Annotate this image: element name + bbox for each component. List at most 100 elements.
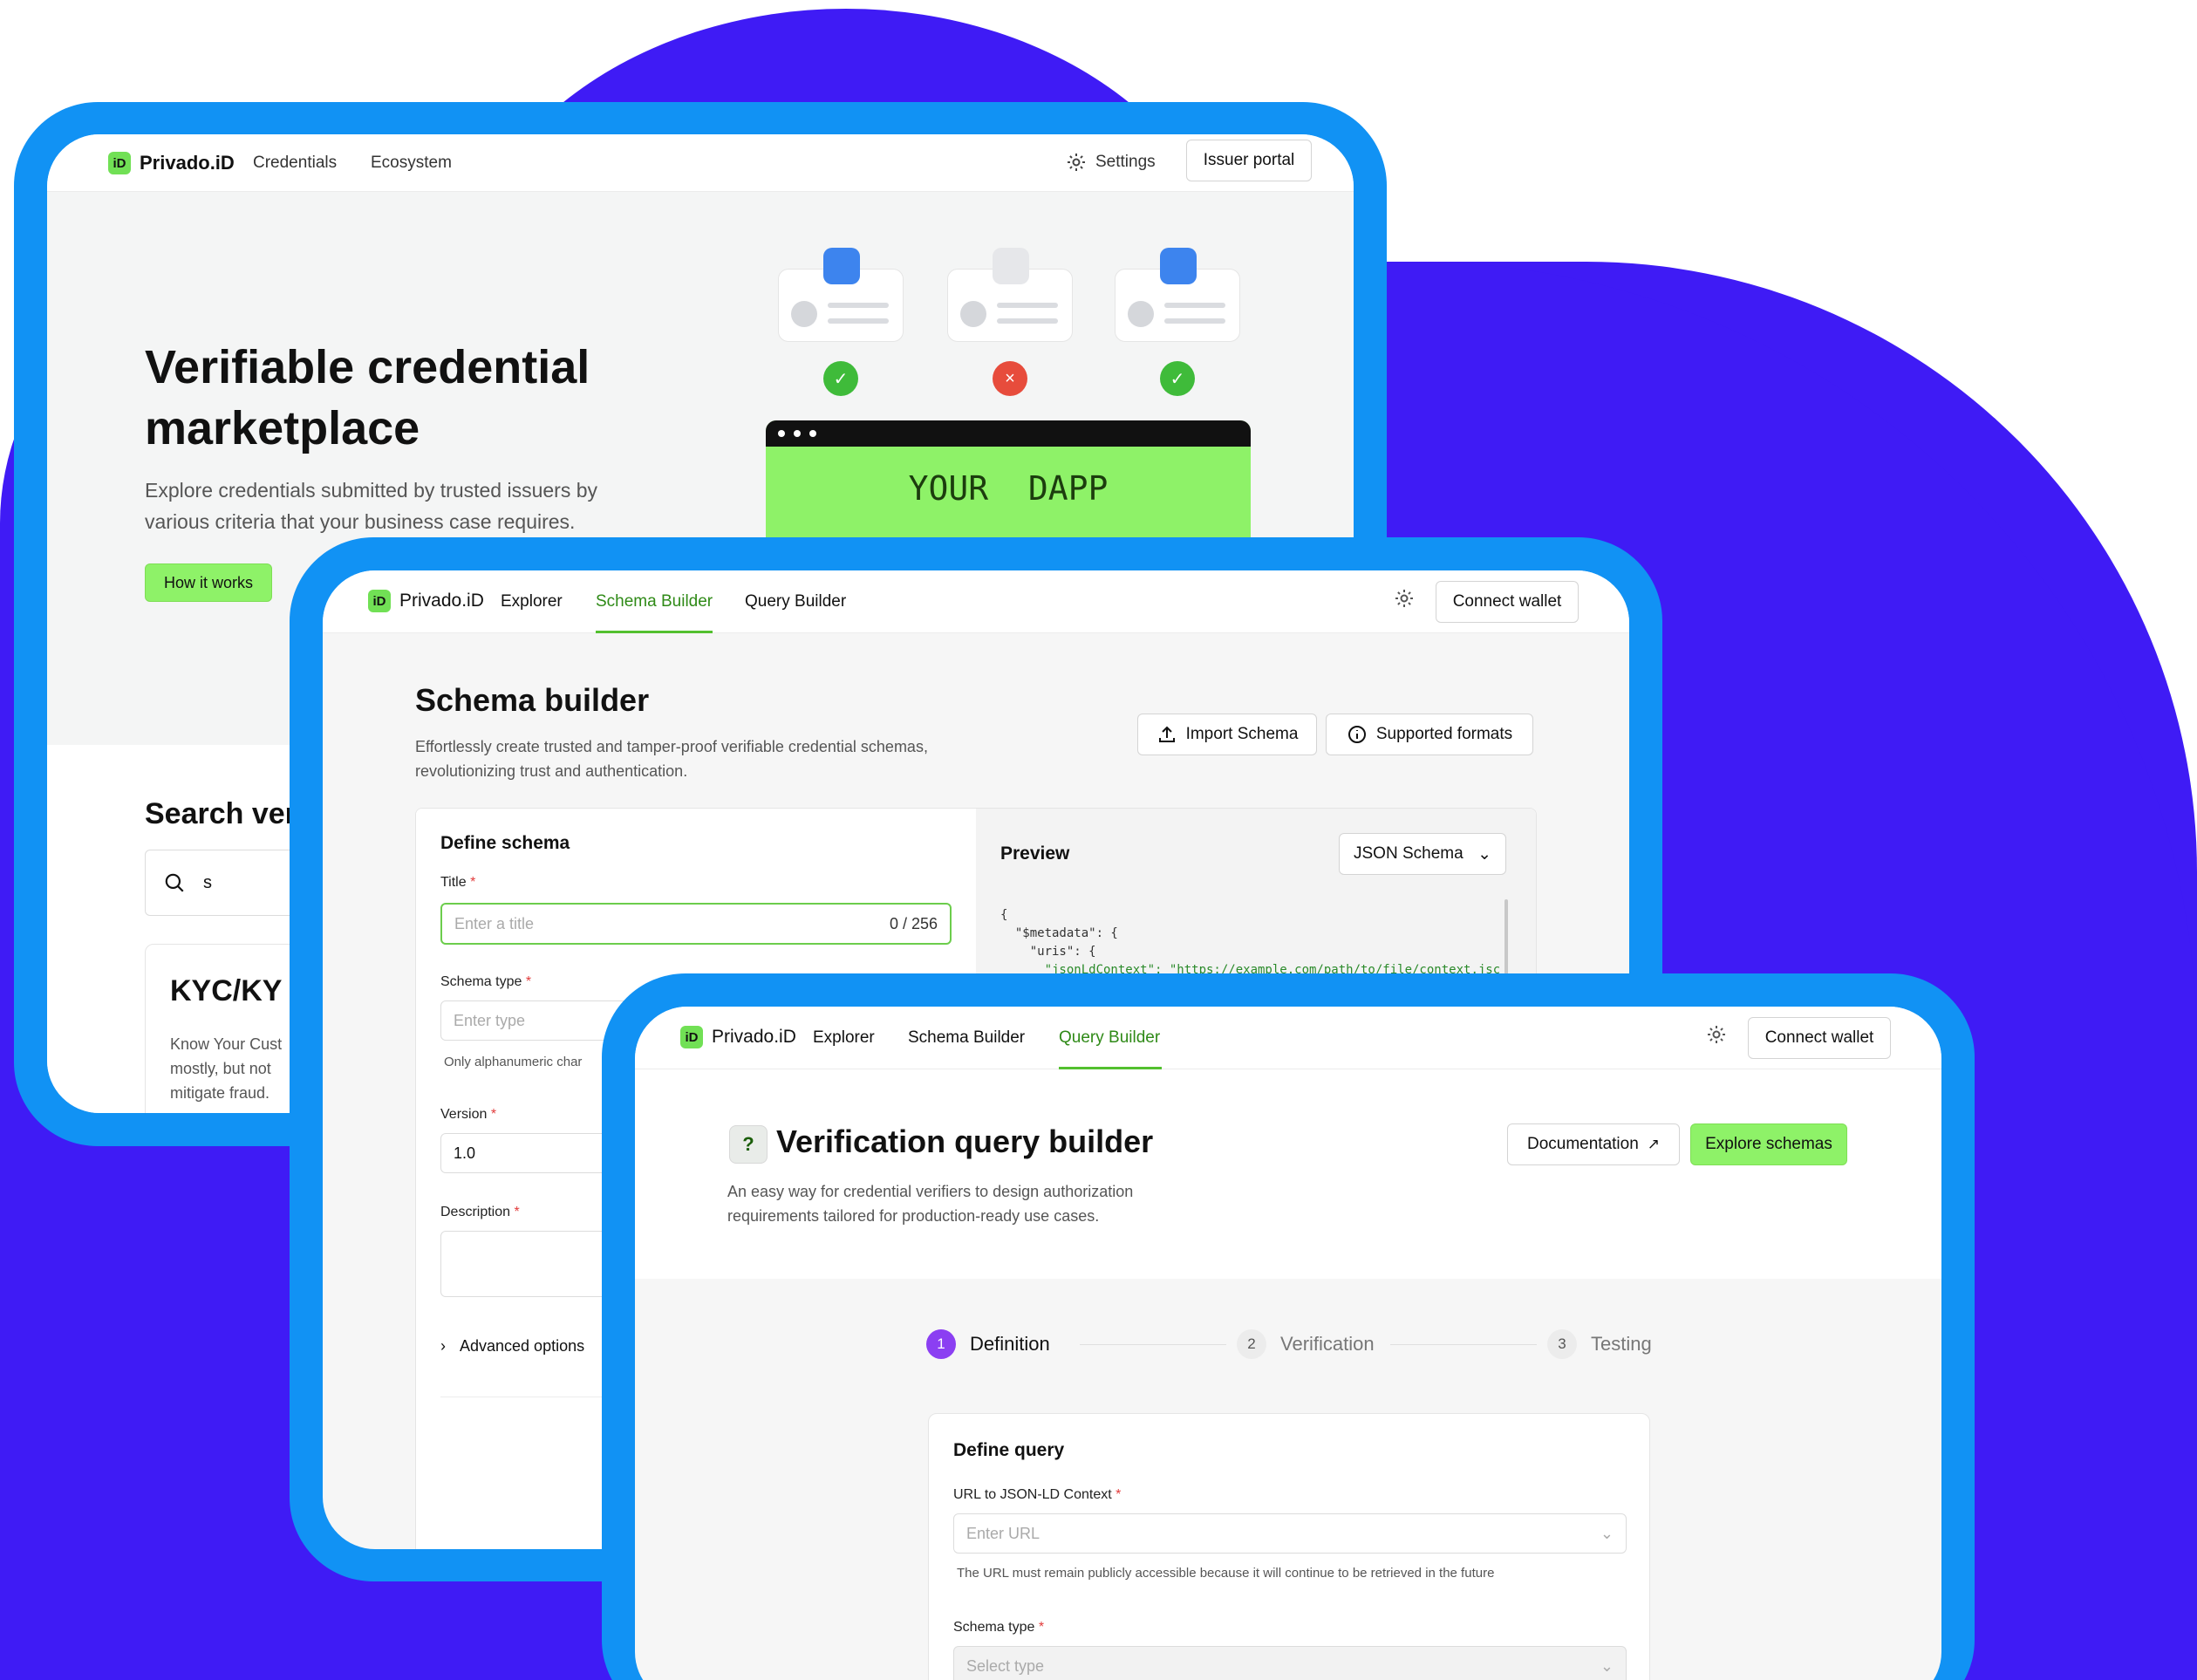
marketplace-nav: iD Privado.iD Credentials Ecosystem Sett…	[47, 134, 1354, 192]
search-value: s	[203, 872, 212, 892]
brand-mark-icon: iD	[680, 1026, 703, 1048]
line-icon	[1164, 318, 1225, 324]
nav-query-builder[interactable]: Query Builder	[745, 592, 846, 611]
kyc-card-title: KYC/KY	[170, 974, 283, 1007]
step-testing[interactable]: 3 Testing	[1547, 1329, 1652, 1359]
check-icon: ✓	[823, 361, 858, 396]
brand-mark-icon: iD	[108, 152, 131, 174]
define-query-heading: Define query	[953, 1440, 1065, 1460]
nav-explorer[interactable]: Explorer	[501, 592, 563, 611]
line-icon	[1164, 303, 1225, 308]
step-label: Testing	[1591, 1333, 1652, 1355]
schema-type-label: Schema type *	[440, 974, 532, 989]
version-label: Version *	[440, 1107, 497, 1122]
dot-icon	[778, 430, 785, 437]
format-select-value: JSON Schema	[1354, 844, 1464, 863]
chevron-down-icon: ⌄	[1600, 1524, 1614, 1542]
nav-schema-builder[interactable]: Schema Builder	[908, 1028, 1025, 1048]
hero-title-line2: marketplace	[145, 402, 420, 454]
kyc-card-desc: Know Your Cust mostly, but not mitigate …	[170, 1032, 282, 1105]
brand-logo[interactable]: iD Privado.iD	[108, 152, 235, 174]
dapp-titlebar	[766, 420, 1251, 447]
user-icon	[960, 301, 986, 327]
search-heading: Search ver	[145, 797, 297, 830]
page-title: Schema builder	[415, 682, 650, 718]
brand-logo[interactable]: iD Privado.iD	[368, 590, 484, 612]
check-icon: ✓	[1160, 361, 1195, 396]
nav-schema-builder[interactable]: Schema Builder	[596, 592, 713, 611]
gear-icon[interactable]	[1706, 1024, 1727, 1045]
hero-subtitle-line1: Explore credentials submitted by trusted…	[145, 479, 598, 502]
page-description-line2: requirements tailored for production-rea…	[727, 1207, 1100, 1225]
chevron-right-icon: ›	[440, 1337, 446, 1355]
query-schema-type-label-text: Schema type	[953, 1620, 1035, 1635]
step-connector	[1080, 1344, 1226, 1345]
step-label: Verification	[1280, 1333, 1375, 1355]
question-icon: ?	[729, 1125, 768, 1164]
version-label-text: Version	[440, 1107, 488, 1122]
supported-formats-button[interactable]: Supported formats	[1326, 714, 1533, 755]
nav-query-builder[interactable]: Query Builder	[1059, 1028, 1160, 1048]
import-schema-button[interactable]: Import Schema	[1137, 714, 1317, 755]
gear-icon[interactable]	[1394, 588, 1415, 609]
kyc-card-line3: mitigate fraud.	[170, 1084, 270, 1102]
code-line: "uris": {	[1000, 945, 1096, 959]
description-label-text: Description	[440, 1205, 511, 1219]
schema-type-select[interactable]: Select type ⌄	[953, 1646, 1627, 1680]
advanced-options-toggle[interactable]: › Advanced options	[440, 1337, 584, 1356]
page-description-line1: An easy way for credential verifiers to …	[727, 1183, 1134, 1200]
query-builder-header: ? Verification query builder An easy way…	[635, 1069, 1941, 1279]
chevron-down-icon: ⌄	[1600, 1656, 1614, 1675]
documentation-button[interactable]: Documentation ↗	[1507, 1123, 1680, 1165]
import-schema-label: Import Schema	[1185, 725, 1299, 743]
schema-type-hint: Only alphanumeric char	[444, 1055, 583, 1069]
certificate-icon	[1160, 248, 1197, 284]
url-input[interactable]: Enter URL ⌄	[953, 1513, 1627, 1554]
page-description-line2: revolutionizing trust and authentication…	[415, 762, 688, 780]
title-label: Title *	[440, 875, 476, 890]
upload-icon	[1158, 726, 1175, 742]
nav-explorer[interactable]: Explorer	[813, 1028, 875, 1048]
kyc-card-line1: Know Your Cust	[170, 1035, 283, 1053]
user-icon	[1128, 301, 1154, 327]
user-icon	[791, 301, 817, 327]
query-builder-screen: iD Privado.iD Explorer Schema Builder Qu…	[635, 1007, 1941, 1680]
step-definition[interactable]: 1 Definition	[926, 1329, 1050, 1359]
code-line: "$metadata": {	[1000, 926, 1118, 940]
line-icon	[828, 303, 889, 308]
brand-logo[interactable]: iD Privado.iD	[680, 1026, 796, 1048]
supported-formats-label: Supported formats	[1375, 725, 1513, 743]
title-placeholder: Enter a title	[454, 914, 535, 932]
schema-type-select-placeholder: Select type	[966, 1656, 1045, 1675]
page-description: An easy way for credential verifiers to …	[727, 1179, 1133, 1228]
explore-schemas-button[interactable]: Explore schemas	[1690, 1123, 1847, 1165]
active-tab-indicator	[596, 631, 713, 633]
how-it-works-button[interactable]: How it works	[145, 563, 272, 602]
broken-certificate-icon	[993, 248, 1029, 284]
title-input[interactable]: Enter a title 0 / 256	[440, 903, 952, 945]
nav-ecosystem[interactable]: Ecosystem	[371, 154, 452, 173]
certificate-icon	[823, 248, 860, 284]
preview-heading: Preview	[1000, 843, 1070, 864]
nav-credentials[interactable]: Credentials	[253, 154, 337, 173]
define-schema-heading: Define schema	[440, 833, 570, 853]
connect-wallet-button[interactable]: Connect wallet	[1748, 1017, 1891, 1059]
query-schema-type-label: Schema type *	[953, 1620, 1045, 1635]
code-preview: { "$metadata": { "uris": { "jsonLdContex…	[1000, 906, 1499, 976]
issuer-portal-button[interactable]: Issuer portal	[1186, 140, 1312, 181]
connect-wallet-button[interactable]: Connect wallet	[1436, 581, 1579, 623]
settings-link[interactable]: Settings	[1066, 152, 1156, 173]
dot-icon	[809, 430, 816, 437]
dapp-label: YOUR DAPP	[908, 469, 1109, 508]
gear-icon	[1068, 154, 1085, 171]
brand-name: Privado.iD	[140, 152, 235, 174]
schema-type-placeholder: Enter type	[454, 1011, 526, 1029]
info-icon	[1348, 726, 1366, 743]
line-icon	[828, 318, 889, 324]
kyc-card-line2: mostly, but not	[170, 1060, 271, 1077]
format-select[interactable]: JSON Schema ⌄	[1339, 833, 1506, 875]
line-icon	[997, 303, 1058, 308]
code-scrollbar[interactable]	[1504, 899, 1508, 978]
step-verification[interactable]: 2 Verification	[1237, 1329, 1375, 1359]
title-label-text: Title	[440, 875, 467, 890]
